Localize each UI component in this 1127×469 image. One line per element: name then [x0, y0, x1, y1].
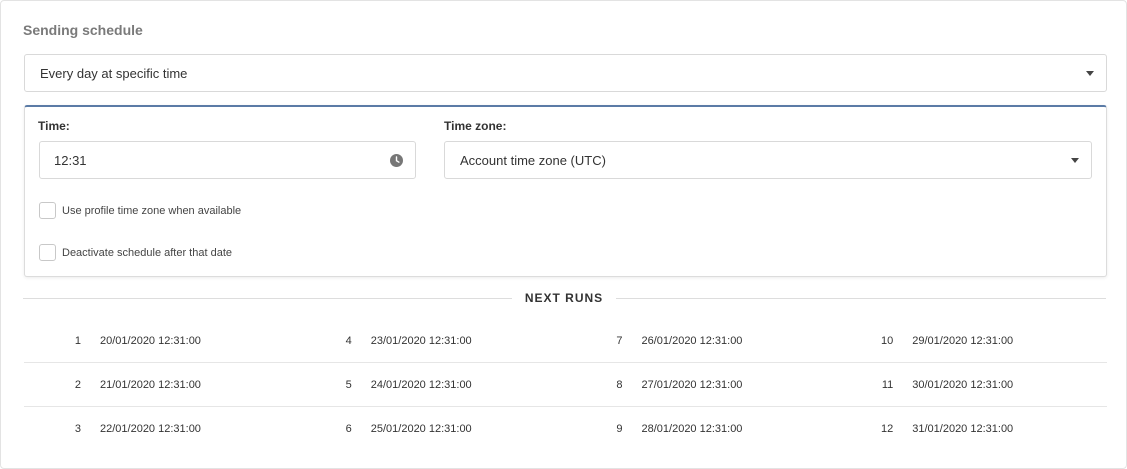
run-item: 2 21/01/2020 12:31:00	[24, 379, 295, 391]
run-date: 31/01/2020 12:31:00	[912, 423, 1014, 435]
run-item: 3 22/01/2020 12:31:00	[24, 423, 295, 435]
run-number: 11	[881, 378, 894, 391]
run-number: 6	[345, 423, 352, 435]
run-number: 4	[345, 334, 352, 347]
deactivate-schedule-checkbox[interactable]	[39, 244, 56, 261]
table-row: 3 22/01/2020 12:31:00 6 25/01/2020 12:31:0…	[24, 407, 1107, 451]
run-item: 1 20/01/2020 12:31:00	[24, 335, 295, 347]
profile-timezone-label: Use profile time zone when available	[62, 204, 242, 217]
run-date: 30/01/2020 12:31:00	[912, 378, 1014, 391]
run-date: 28/01/2020 12:31:00	[641, 423, 743, 435]
run-item: 10 29/01/2020 12:31:00	[836, 335, 1107, 347]
timezone-label: Time zone:	[444, 119, 507, 133]
time-label: Time:	[38, 119, 70, 133]
clock-icon[interactable]	[390, 154, 403, 167]
run-date: 23/01/2020 12:31:00	[370, 334, 472, 347]
run-item: 9 28/01/2020 12:31:00	[566, 423, 837, 435]
timezone-value: Account time zone (UTC)	[460, 152, 606, 168]
frequency-value: Every day at specific time	[40, 65, 188, 81]
run-number: 9	[616, 423, 623, 435]
run-date: 21/01/2020 12:31:00	[100, 378, 201, 391]
deactivate-schedule-label: Deactivate schedule after that date	[62, 246, 232, 259]
run-number: 1	[74, 334, 81, 347]
run-date: 20/01/2020 12:31:00	[100, 334, 201, 347]
run-date: 27/01/2020 12:31:00	[641, 378, 743, 391]
run-date: 24/01/2020 12:31:00	[370, 378, 472, 391]
profile-timezone-option[interactable]: Use profile time zone when available	[39, 202, 241, 219]
run-item: 4 23/01/2020 12:31:00	[295, 335, 566, 347]
run-date: 22/01/2020 12:31:00	[100, 423, 201, 435]
time-input[interactable]: 12:31	[39, 141, 416, 179]
schedule-config-panel: Time: Time zone: 12:31 Account time zone…	[24, 105, 1107, 277]
caret-down-icon	[1071, 158, 1079, 163]
run-item: 8 27/01/2020 12:31:00	[566, 379, 837, 391]
run-number: 2	[74, 378, 81, 391]
run-number: 12	[881, 423, 894, 435]
run-number: 8	[616, 378, 623, 391]
run-item: 5 24/01/2020 12:31:00	[295, 379, 566, 391]
run-number: 3	[74, 423, 81, 435]
table-row: 1 20/01/2020 12:31:00 4 23/01/2020 12:31:0…	[24, 319, 1107, 363]
timezone-select[interactable]: Account time zone (UTC)	[444, 141, 1092, 179]
divider-left	[23, 298, 512, 299]
run-item: 6 25/01/2020 12:31:00	[295, 423, 566, 435]
section-title: Sending schedule	[23, 22, 143, 38]
frequency-select[interactable]: Every day at specific time	[24, 54, 1107, 92]
divider-right	[616, 298, 1106, 299]
run-date: 29/01/2020 12:31:00	[912, 334, 1014, 347]
run-number: 10	[881, 334, 894, 347]
run-item: 7 26/01/2020 12:31:00	[566, 335, 837, 347]
deactivate-schedule-option[interactable]: Deactivate schedule after that date	[39, 244, 232, 261]
profile-timezone-checkbox[interactable]	[39, 202, 56, 219]
run-item: 11 30/01/2020 12:31:00	[836, 379, 1107, 391]
caret-down-icon	[1086, 71, 1094, 76]
next-runs-title: NEXT RUNS	[524, 291, 604, 305]
run-number: 5	[345, 378, 352, 391]
next-runs-grid: 1 20/01/2020 12:31:00 4 23/01/2020 12:31:0…	[24, 319, 1107, 451]
table-row: 2 21/01/2020 12:31:00 5 24/01/2020 12:31:0…	[24, 363, 1107, 407]
sending-schedule-card: Sending schedule Every day at specific t…	[0, 0, 1127, 469]
run-number: 7	[616, 334, 623, 347]
time-value: 12:31	[54, 152, 87, 168]
run-date: 25/01/2020 12:31:00	[370, 423, 472, 435]
run-item: 12 31/01/2020 12:31:00	[836, 423, 1107, 435]
run-date: 26/01/2020 12:31:00	[641, 334, 743, 347]
